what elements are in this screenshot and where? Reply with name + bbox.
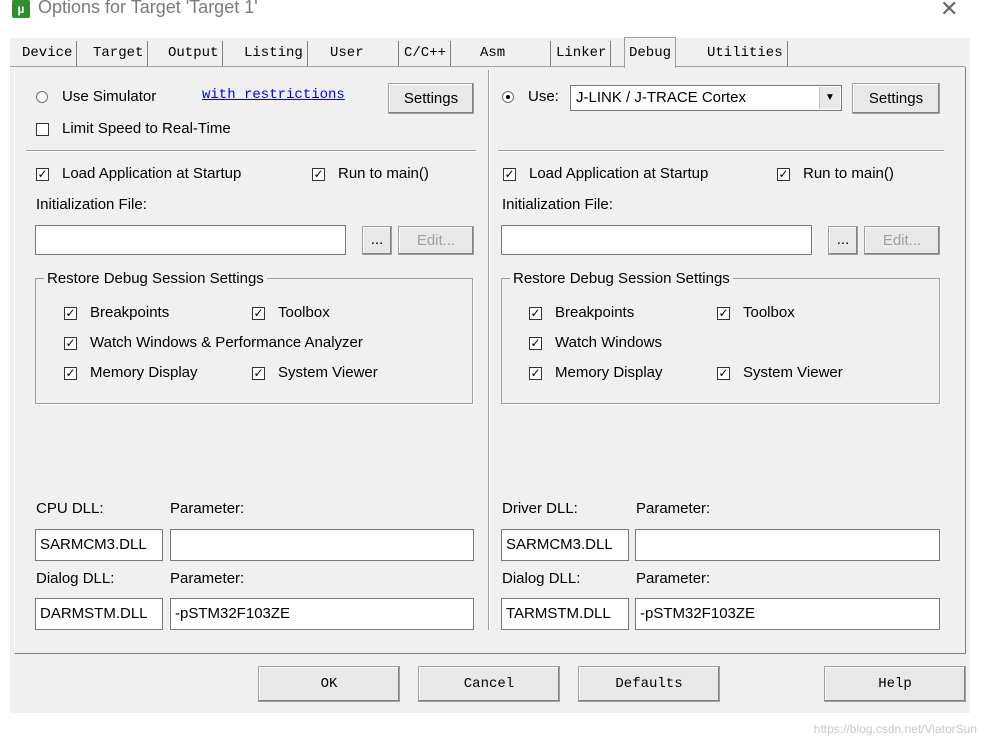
right-load-app-checkbox[interactable]: ✓ — [503, 168, 516, 181]
right-browse-button[interactable]: ... — [828, 226, 858, 255]
left-watch-label: Watch Windows & Performance Analyzer — [90, 334, 363, 351]
left-system-viewer-label: System Viewer — [278, 364, 378, 381]
right-restore-title: Restore Debug Session Settings — [510, 270, 733, 287]
debug-driver-value: J-LINK / J-TRACE Cortex — [576, 89, 747, 106]
tab-debug[interactable]: Debug — [624, 37, 677, 68]
cpu-dll-label: CPU DLL: — [36, 500, 104, 517]
use-driver-radio[interactable] — [502, 91, 514, 103]
ok-button[interactable]: OK — [258, 666, 400, 702]
right-init-file-label: Initialization File: — [502, 196, 613, 213]
dialog-dll-field[interactable]: DARMSTM.DLL — [35, 598, 163, 630]
left-toolbox-checkbox[interactable]: ✓ — [252, 307, 265, 320]
simulator-settings-button[interactable]: Settings — [388, 83, 474, 114]
tab-utilities[interactable]: Utilities — [703, 41, 788, 66]
use-driver-label[interactable]: Use: — [528, 88, 559, 105]
driver-param-label: Parameter: — [636, 500, 711, 517]
tab-linker[interactable]: Linker — [552, 41, 612, 66]
driver-param-field[interactable] — [635, 529, 940, 561]
window-title: Options for Target 'Target 1' — [38, 0, 258, 17]
with-restrictions-link[interactable]: with restrictions — [202, 87, 345, 103]
vertical-separator — [488, 70, 490, 630]
left-run-to-main-checkbox[interactable]: ✓ — [312, 168, 325, 181]
tab-target[interactable]: Target — [89, 41, 149, 66]
driver-dll-field[interactable]: SARMCM3.DLL — [501, 529, 629, 561]
right-load-app-label: Load Application at Startup — [529, 165, 709, 182]
right-system-viewer-checkbox[interactable]: ✓ — [717, 367, 730, 380]
left-init-file-input[interactable] — [35, 225, 346, 255]
left-memory-label: Memory Display — [90, 364, 198, 381]
right-system-viewer-label: System Viewer — [743, 364, 843, 381]
use-simulator-radio[interactable] — [36, 91, 48, 103]
tab-user[interactable]: User — [326, 41, 399, 66]
right-run-to-main-label: Run to main() — [803, 165, 894, 182]
right-dialog-param-label: Parameter: — [636, 570, 711, 587]
right-edit-button[interactable]: Edit... — [864, 226, 940, 255]
watermark: https://blog.csdn.net/ViatorSun — [813, 722, 977, 736]
right-top-separator — [498, 150, 944, 152]
right-toolbox-checkbox[interactable]: ✓ — [717, 307, 730, 320]
left-breakpoints-checkbox[interactable]: ✓ — [64, 307, 77, 320]
tab-output[interactable]: Output — [164, 41, 224, 66]
tab-cc[interactable]: C/C++ — [400, 41, 452, 66]
use-simulator-label[interactable]: Use Simulator — [62, 88, 156, 105]
left-breakpoints-label: Breakpoints — [90, 304, 170, 321]
cancel-button[interactable]: Cancel — [418, 666, 560, 702]
left-top-separator — [26, 150, 476, 152]
left-run-to-main-label: Run to main() — [338, 165, 429, 182]
uvision-icon: µ — [12, 0, 30, 18]
right-memory-checkbox[interactable]: ✓ — [529, 367, 542, 380]
right-breakpoints-checkbox[interactable]: ✓ — [529, 307, 542, 320]
tab-device[interactable]: Device — [18, 41, 78, 66]
right-dialog-dll-label: Dialog DLL: — [502, 570, 581, 587]
right-watch-label: Watch Windows — [555, 334, 662, 351]
help-button[interactable]: Help — [824, 666, 966, 702]
left-toolbox-label: Toolbox — [278, 304, 330, 321]
left-restore-title: Restore Debug Session Settings — [44, 270, 267, 287]
cpu-param-label: Parameter: — [170, 500, 245, 517]
right-breakpoints-label: Breakpoints — [555, 304, 635, 321]
right-init-file-input[interactable] — [501, 225, 812, 255]
right-watch-checkbox[interactable]: ✓ — [529, 337, 542, 350]
cpu-param-field[interactable] — [170, 529, 474, 561]
tab-asm[interactable]: Asm — [476, 41, 551, 66]
right-dialog-param-field[interactable]: -pSTM32F103ZE — [635, 598, 940, 630]
driver-dll-label: Driver DLL: — [502, 500, 578, 517]
dialog-param-label: Parameter: — [170, 570, 245, 587]
close-icon[interactable]: ✕ — [940, 0, 958, 22]
left-load-app-label: Load Application at Startup — [62, 165, 242, 182]
right-toolbox-label: Toolbox — [743, 304, 795, 321]
driver-settings-button[interactable]: Settings — [852, 83, 940, 114]
left-browse-button[interactable]: ... — [362, 226, 392, 255]
dialog-dll-label: Dialog DLL: — [36, 570, 115, 587]
left-watch-checkbox[interactable]: ✓ — [64, 337, 77, 350]
left-system-viewer-checkbox[interactable]: ✓ — [252, 367, 265, 380]
debug-driver-select[interactable]: J-LINK / J-TRACE Cortex ▼ — [570, 85, 842, 111]
tab-listing[interactable]: Listing — [240, 41, 308, 66]
limit-speed-checkbox[interactable] — [36, 123, 49, 136]
left-init-file-label: Initialization File: — [36, 196, 147, 213]
dialog-param-field[interactable]: -pSTM32F103ZE — [170, 598, 474, 630]
defaults-button[interactable]: Defaults — [578, 666, 720, 702]
right-run-to-main-checkbox[interactable]: ✓ — [777, 168, 790, 181]
left-edit-button[interactable]: Edit... — [398, 226, 474, 255]
right-dialog-dll-field[interactable]: TARMSTM.DLL — [501, 598, 629, 630]
left-load-app-checkbox[interactable]: ✓ — [36, 168, 49, 181]
right-memory-label: Memory Display — [555, 364, 663, 381]
cpu-dll-field[interactable]: SARMCM3.DLL — [35, 529, 163, 561]
left-memory-checkbox[interactable]: ✓ — [64, 367, 77, 380]
limit-speed-label: Limit Speed to Real-Time — [62, 120, 231, 137]
chevron-down-icon[interactable]: ▼ — [819, 87, 840, 109]
